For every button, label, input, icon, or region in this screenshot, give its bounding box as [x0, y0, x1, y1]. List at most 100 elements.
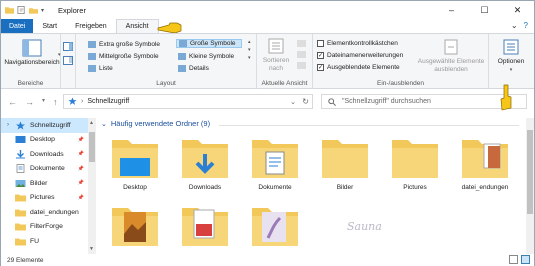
- layout-large-icons[interactable]: Große Symbole: [176, 39, 242, 48]
- navigation-pane-icon: [22, 39, 42, 57]
- sort-by-button[interactable]: Sortieren nach: [259, 37, 293, 73]
- nav-item[interactable]: Pictures 📌: [1, 191, 88, 206]
- scroll-down-icon[interactable]: ▼: [89, 246, 94, 252]
- help-icon[interactable]: ?: [524, 21, 528, 30]
- nav-item[interactable]: datei_endungen: [1, 205, 88, 220]
- collapse-ribbon-icon[interactable]: ⌄: [511, 21, 518, 30]
- expand-chevron-icon[interactable]: ›: [7, 122, 15, 128]
- folder-tile[interactable]: Downloads: [173, 136, 237, 191]
- close-button[interactable]: ✕: [501, 1, 534, 19]
- scrollbar-thumb[interactable]: [527, 130, 533, 214]
- layout-extra-large-icons[interactable]: Extra große Symbole: [88, 40, 160, 49]
- hide-selected-button[interactable]: Ausgewählte Elemente ausblenden: [417, 38, 485, 74]
- pin-icon: 📌: [77, 136, 84, 143]
- minimize-button[interactable]: –: [435, 1, 468, 19]
- nav-item-label: Desktop: [30, 136, 55, 144]
- content-scrollbar[interactable]: [526, 118, 534, 254]
- navigation-pane: › Schnellzugriff Desktop 📌 Downloads 📌 Dokumen…: [1, 118, 88, 254]
- options-button[interactable]: Optionen ▾: [491, 38, 531, 74]
- group-current-view: Sortieren nach Aktuelle Ansicht: [257, 34, 313, 89]
- ribbon-tabs: Datei Start Freigeben Ansicht ⌄ ?: [1, 19, 534, 33]
- details-view-icon[interactable]: [509, 255, 518, 264]
- layout-list[interactable]: Liste: [88, 64, 113, 73]
- large-folder-icon: [112, 208, 158, 246]
- sort-icon: [268, 38, 284, 54]
- checkbox-item-checkboxes[interactable]: Elementkontrollkästchen: [317, 39, 398, 48]
- forward-arrow-icon[interactable]: →: [25, 97, 34, 107]
- title-bar: ▾ Explorer – ☐ ✕: [1, 1, 534, 19]
- scrollbar-thumb[interactable]: [89, 132, 95, 162]
- folder-tile[interactable]: datei_endungen: [453, 136, 517, 191]
- folder-tile[interactable]: Bilder: [313, 136, 377, 191]
- navigation-pane-dropdown-icon[interactable]: ▾: [58, 52, 61, 58]
- folder-tile[interactable]: [173, 204, 237, 252]
- qa-dropdown-icon[interactable]: ▾: [41, 7, 44, 14]
- scroll-up-icon[interactable]: ▲: [89, 120, 94, 126]
- recent-dropdown-icon[interactable]: ▾: [42, 97, 45, 107]
- quick-access-toolbar: ▾: [5, 6, 44, 14]
- address-bar[interactable]: › Schnellzugriff ⌄ ↻: [63, 94, 313, 109]
- address-path[interactable]: Schnellzugriff: [87, 98, 129, 105]
- pictures-icon: [15, 179, 26, 187]
- layout-medium-icons[interactable]: Mittelgroße Symbole: [88, 52, 159, 61]
- status-bar: 29 Elemente: [1, 254, 534, 266]
- folder-tile[interactable]: [103, 204, 167, 252]
- layout-small-icons[interactable]: Kleine Symbole: [178, 52, 234, 61]
- nav-scrollbar[interactable]: ▲ ▼: [88, 118, 96, 254]
- nav-item[interactable]: Desktop 📌: [1, 133, 88, 148]
- folder-label: Bilder: [336, 184, 354, 191]
- folder-tile[interactable]: [243, 204, 307, 252]
- large-folder-icon: [392, 140, 438, 178]
- pointing-hand-icon: [500, 84, 512, 111]
- folder-tile[interactable]: Desktop: [103, 136, 167, 191]
- folder-tile[interactable]: Dokumente: [243, 136, 307, 191]
- tab-view[interactable]: Ansicht: [115, 19, 159, 33]
- address-dropdown-icon[interactable]: ⌄: [290, 98, 296, 106]
- nav-item[interactable]: › Schnellzugriff: [1, 118, 88, 133]
- nav-item[interactable]: FilterForge: [1, 220, 88, 235]
- hide-selected-icon: [444, 39, 458, 55]
- address-separator-icon[interactable]: ›: [81, 98, 83, 105]
- nav-item[interactable]: Dokumente 📌: [1, 162, 88, 177]
- layout-item-label: Große Symbole: [190, 40, 236, 47]
- checkbox-hidden-items[interactable]: ✓ Ausgeblendete Elemente: [317, 63, 400, 72]
- up-arrow-icon[interactable]: ↑: [53, 97, 58, 107]
- nav-item[interactable]: Bilder 📌: [1, 176, 88, 191]
- navigation-pane-button[interactable]: Navigationsbereich: [4, 39, 60, 67]
- size-columns-icon[interactable]: [297, 62, 306, 69]
- folder-icon: [15, 209, 26, 217]
- item-count: 29 Elemente: [7, 256, 44, 264]
- hide-selected-label: Ausgewählte Elemente ausblenden: [417, 58, 485, 73]
- pin-icon: 📌: [77, 151, 84, 158]
- content-area: ⌄ Häufig verwendete Ordner (9) Desktop Do…: [97, 114, 525, 254]
- add-columns-icon[interactable]: [297, 51, 306, 58]
- preview-pane-icon[interactable]: [63, 42, 73, 53]
- layout-item-label: Mittelgroße Symbole: [99, 53, 159, 60]
- tab-share[interactable]: Freigeben: [66, 19, 116, 33]
- back-arrow-icon[interactable]: ←: [8, 97, 17, 107]
- small-icons-icon: [178, 53, 186, 60]
- refresh-icon[interactable]: ↻: [302, 97, 309, 106]
- frequent-folders-header[interactable]: ⌄ Häufig verwendete Ordner (9): [101, 119, 210, 128]
- search-box[interactable]: "Schnellzugriff" durchsuchen: [321, 94, 527, 109]
- folder-label: datei_endungen: [461, 184, 509, 191]
- group-by-icon[interactable]: [297, 40, 306, 47]
- collapse-chevron-icon[interactable]: ⌄: [101, 120, 107, 128]
- maximize-button[interactable]: ☐: [468, 1, 501, 19]
- nav-item[interactable]: FU: [1, 234, 88, 249]
- new-folder-icon[interactable]: [29, 6, 38, 14]
- folder-label: Downloads: [188, 184, 222, 191]
- large-icons-view-icon[interactable]: [521, 255, 530, 264]
- tab-file[interactable]: Datei: [1, 19, 34, 33]
- tab-start[interactable]: Start: [33, 19, 66, 33]
- layout-scroll-icon[interactable]: ▴ ▾ ▾: [248, 38, 251, 62]
- section-divider: [219, 125, 519, 126]
- checkbox-file-extensions[interactable]: ✓ Dateinamenerweiterungen: [317, 51, 403, 60]
- folder-icon: [15, 194, 26, 202]
- layout-details[interactable]: Details: [178, 64, 209, 73]
- nav-item[interactable]: Downloads 📌: [1, 147, 88, 162]
- nav-item-label: Schnellzugriff: [30, 121, 71, 129]
- folder-tile[interactable]: Pictures: [383, 136, 447, 191]
- properties-icon[interactable]: [17, 6, 26, 14]
- details-pane-icon[interactable]: [63, 56, 73, 67]
